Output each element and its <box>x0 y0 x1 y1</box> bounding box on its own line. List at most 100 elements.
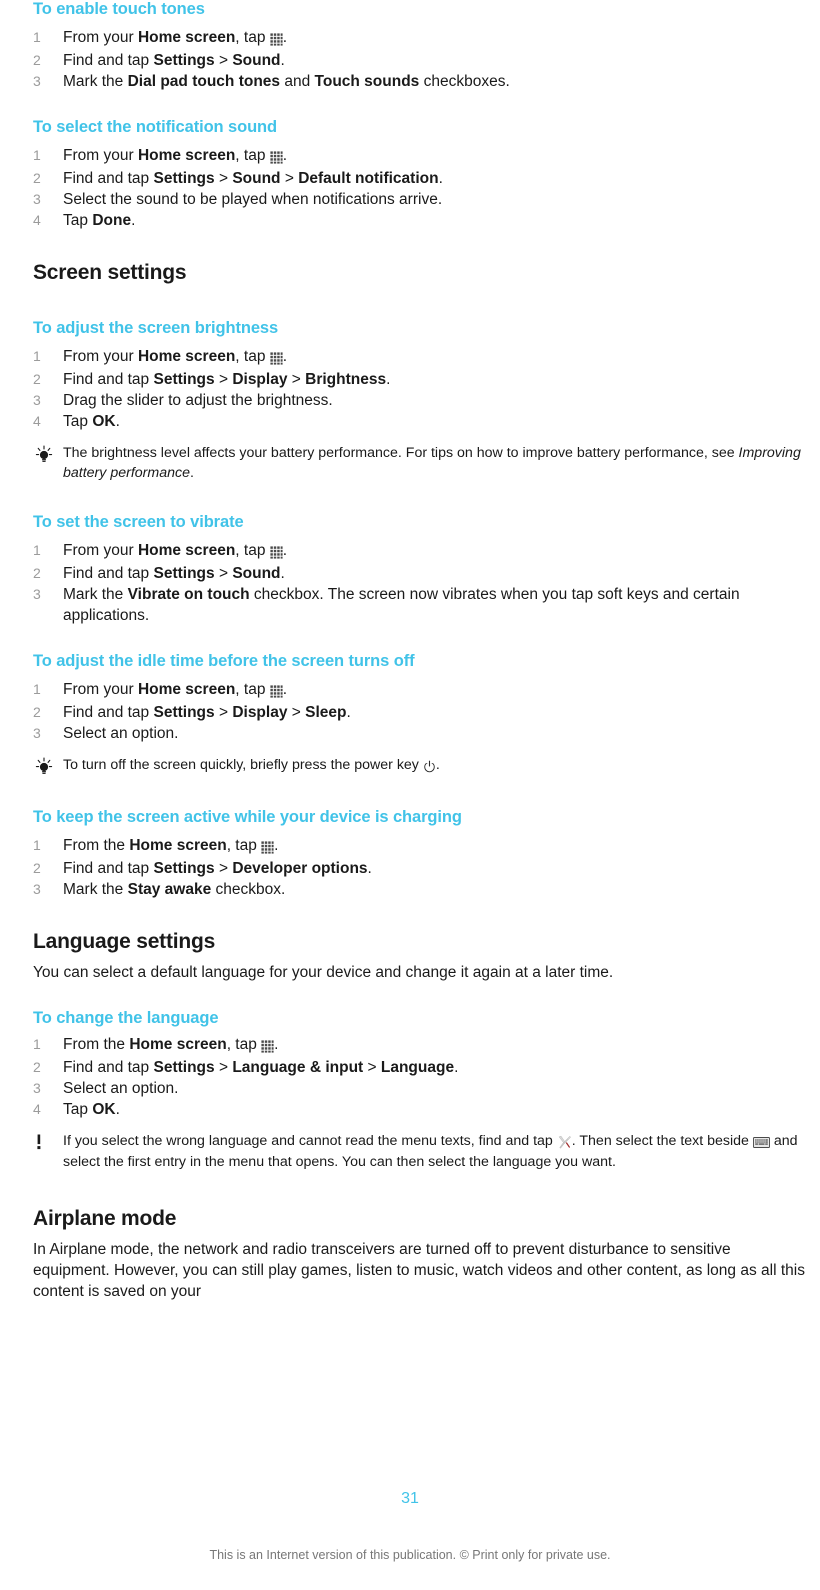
step-number: 3 <box>33 586 41 602</box>
separator: > <box>363 1058 381 1076</box>
page-content: To enable touch tones 1 From your Home s… <box>0 0 810 1302</box>
ui-term: Dial pad touch tones <box>127 73 281 90</box>
ui-term: Home screen <box>137 29 236 46</box>
step-text: From your Home screen, tap . <box>63 348 287 365</box>
separator: > <box>214 1058 233 1076</box>
step-number: 1 <box>33 147 41 163</box>
tip-text: To turn off the screen quickly, briefly … <box>63 757 440 773</box>
tools-wrench-screwdriver-icon <box>557 1134 572 1154</box>
step-text: Find and tap Settings > Language & input… <box>63 1059 458 1076</box>
step-number: 4 <box>33 1100 41 1117</box>
tip-text-part: . <box>435 757 440 773</box>
step-number: 1 <box>33 1035 41 1052</box>
ui-term: Display <box>232 704 288 721</box>
step-text: From the Home screen, tap . <box>63 837 278 854</box>
tip-text-part: The brightness level affects your batter… <box>63 445 739 461</box>
manual-page: To enable touch tones 1 From your Home s… <box>0 0 820 1590</box>
separator: > <box>214 704 233 721</box>
step-text-part: Tap <box>63 212 93 229</box>
keyboard-icon <box>752 1134 770 1154</box>
steps-vibrate: 1 From your Home screen, tap . 2 Find an… <box>33 540 810 626</box>
step-text-part: . <box>454 1058 459 1076</box>
step-text-part: From your <box>63 29 138 46</box>
separator: > <box>280 170 299 187</box>
step-item: 1 From your Home screen, tap . <box>33 540 810 563</box>
footer-copyright-note: This is an Internet version of this publ… <box>209 1548 611 1562</box>
warning-text-part: If you select the wrong language and can… <box>63 1132 557 1149</box>
step-text-part: . <box>282 681 288 698</box>
step-text-part: , tap <box>226 1035 262 1053</box>
step-item: 3 Select an option. <box>33 1078 810 1099</box>
step-text-part: From your <box>63 681 138 698</box>
steps-touch-tones: 1 From your Home screen, tap . 2 Find an… <box>33 27 810 92</box>
step-text: Find and tap Settings > Sound. <box>63 52 285 69</box>
procedure-heading-idle-time: To adjust the idle time before the scree… <box>33 652 415 670</box>
step-number: 2 <box>33 1058 41 1075</box>
step-text-part: Find and tap <box>63 859 154 877</box>
lightbulb-tip-icon <box>33 445 55 465</box>
language-settings-intro: You can select a default language for yo… <box>33 963 614 981</box>
step-text: Tap OK. <box>63 413 120 430</box>
ui-term: Settings <box>153 704 215 721</box>
step-text-part: Mark the <box>63 73 128 90</box>
ui-term: Settings <box>153 52 215 69</box>
step-text: Tap Done. <box>63 212 135 229</box>
step-item: 1 From your Home screen, tap . <box>33 346 810 369</box>
ui-term: Vibrate on touch <box>127 586 250 603</box>
step-text-part: . <box>438 170 443 187</box>
app-drawer-grid-icon <box>270 681 283 702</box>
step-text-part: checkbox. <box>211 880 286 898</box>
step-text-part: and <box>280 73 315 90</box>
step-text: From your Home screen, tap . <box>63 29 287 46</box>
ui-term: Home screen <box>129 1035 227 1053</box>
step-number: 4 <box>33 212 41 228</box>
ui-term: Home screen <box>137 348 236 365</box>
ui-term: Sound <box>232 170 281 187</box>
section-heading-airplane-mode: Airplane mode <box>33 1206 177 1230</box>
ui-term: Language & input <box>232 1058 364 1076</box>
step-item: 4 Tap OK. <box>33 411 810 432</box>
step-text-part: Find and tap <box>63 52 154 69</box>
step-number: 3 <box>33 73 41 89</box>
ui-term: Settings <box>153 170 215 187</box>
step-item: 4 Tap OK. <box>33 1099 810 1120</box>
tip-note-power-key: To turn off the screen quickly, briefly … <box>33 756 810 778</box>
step-text-part: Tap <box>63 1100 93 1118</box>
tip-text-part: . <box>189 464 194 481</box>
steps-idle-time: 1 From your Home screen, tap . 2 Find an… <box>33 679 810 744</box>
ui-term: Home screen <box>129 836 227 854</box>
separator: > <box>287 704 306 721</box>
step-text-part: From your <box>63 147 138 164</box>
step-text-part: . <box>346 704 351 721</box>
step-text-part: . <box>282 542 288 559</box>
step-text-part: . <box>274 1035 279 1053</box>
step-text-part: . <box>386 371 391 388</box>
step-text-part: From your <box>63 542 138 559</box>
exclamation-warning-icon <box>33 1133 55 1153</box>
ui-term: Developer options <box>232 859 368 877</box>
warning-note-language: If you select the wrong language and can… <box>33 1132 810 1173</box>
step-text-part: Mark the <box>63 880 128 898</box>
step-text-part: Find and tap <box>63 170 154 187</box>
step-text-part: Find and tap <box>63 704 154 721</box>
step-number: 4 <box>33 413 41 429</box>
step-text: Find and tap Settings > Developer option… <box>63 860 372 877</box>
step-number: 1 <box>33 836 41 853</box>
step-text-part: Find and tap <box>63 1058 154 1076</box>
step-text-part: , tap <box>235 542 270 559</box>
ui-term: Sound <box>232 52 281 69</box>
section-heading-screen-settings: Screen settings <box>33 261 187 284</box>
step-text: Find and tap Settings > Display > Sleep. <box>63 704 351 721</box>
procedure-heading-touch-tones: To enable touch tones <box>33 0 205 18</box>
step-text-part: , tap <box>226 836 262 854</box>
tip-text: The brightness level affects your batter… <box>63 445 801 481</box>
warning-text: If you select the wrong language and can… <box>63 1133 798 1171</box>
separator: > <box>214 859 233 877</box>
step-item: 4 Tap Done. <box>33 210 810 231</box>
step-number: 3 <box>33 1079 41 1096</box>
step-text-part: , tap <box>235 681 270 698</box>
procedure-heading-vibrate: To set the screen to vibrate <box>33 513 244 531</box>
step-text-part: Find and tap <box>63 371 154 388</box>
step-text-part: , tap <box>235 147 270 164</box>
ui-term: Touch sounds <box>314 73 420 90</box>
